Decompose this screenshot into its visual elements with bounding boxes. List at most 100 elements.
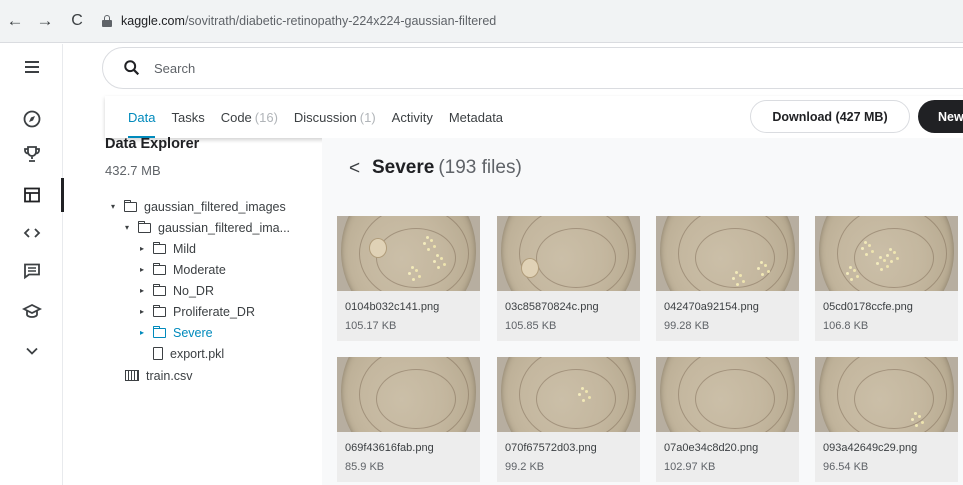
tree-item-label: Severe [173, 325, 213, 340]
caret-right-icon[interactable]: ▸ [137, 328, 147, 337]
tree-item-label: gaussian_filtered_ima... [158, 220, 291, 235]
tab-metadata[interactable]: Metadata [449, 96, 503, 138]
comments-icon[interactable] [0, 254, 63, 288]
tree-item-label: No_DR [173, 283, 214, 298]
left-nav-rail [0, 44, 64, 485]
back-chevron-icon[interactable]: < [349, 158, 360, 180]
chevron-down-icon[interactable] [0, 334, 63, 368]
tab-label: Discussion [293, 109, 357, 125]
file-name: 0104b032c141.png [345, 301, 440, 313]
new-button[interactable]: New [918, 100, 963, 133]
caret-right-icon[interactable]: ▸ [137, 307, 147, 316]
dataset-size: 432.7 MB [105, 163, 161, 178]
tree-item-label: export.pkl [170, 346, 225, 361]
retina-thumbnail-image [497, 357, 640, 432]
file-size: 85.9 KB [345, 461, 385, 473]
file-card[interactable]: 03c85870824c.png 105.85 KB [497, 216, 640, 341]
file-card[interactable]: 07a0e34c8d20.png 102.97 KB [656, 357, 799, 482]
folder-icon [152, 283, 166, 296]
data-explorer-title: Data Explorer [105, 136, 200, 152]
folder-icon [137, 220, 151, 233]
retina-thumbnail-image [497, 216, 640, 291]
caret-right-icon[interactable]: ▸ [137, 265, 147, 274]
lock-icon [102, 15, 112, 27]
tree-item-proliferate-dr[interactable]: ▸ Proliferate_DR [137, 301, 255, 322]
dataset-tabs-bar: Data Tasks Code (16) Discussion (1) Activi… [105, 96, 963, 138]
tree-item-label: train.csv [146, 368, 193, 383]
tree-item-train-csv[interactable]: train.csv [125, 365, 193, 386]
tab-code[interactable]: Code (16) [221, 96, 278, 138]
url-host: kaggle.com [121, 14, 185, 28]
tree-item-gaussian-filtered-subfolder[interactable]: ▾ gaussian_filtered_ima... [122, 217, 290, 238]
search-icon [124, 60, 140, 76]
file-name: 042470a92154.png [664, 301, 759, 313]
reload-icon[interactable]: C [66, 12, 88, 30]
tab-discussion[interactable]: Discussion (1) [294, 96, 376, 138]
folder-icon [123, 199, 137, 212]
address-bar[interactable]: kaggle.com/sovitrath/diabetic-retinopath… [102, 6, 496, 36]
tab-label: Data [128, 109, 156, 125]
caret-down-icon[interactable]: ▾ [108, 202, 118, 211]
school-icon[interactable] [0, 294, 63, 328]
file-name: 069f43616fab.png [345, 442, 434, 454]
tree-item-label: Moderate [173, 262, 226, 277]
file-card[interactable]: 0104b032c141.png 105.17 KB [337, 216, 480, 341]
tree-item-export-pkl[interactable]: export.pkl [153, 343, 224, 364]
file-card[interactable]: 042470a92154.png 99.28 KB [656, 216, 799, 341]
tree-item-gaussian-filtered-images[interactable]: ▾ gaussian_filtered_images [108, 196, 286, 217]
file-card[interactable]: 070f67572d03.png 99.2 KB [497, 357, 640, 482]
tab-label: Activity [391, 109, 433, 125]
folder-file-count: (193 files) [438, 157, 522, 178]
folder-name: Severe [372, 157, 435, 178]
folder-icon [152, 325, 166, 338]
search-input[interactable] [154, 60, 554, 76]
table-icon[interactable] [0, 178, 64, 212]
file-size: 105.85 KB [505, 320, 557, 332]
file-card[interactable]: 05cd0178ccfe.png 106.8 KB [815, 216, 958, 341]
folder-icon [152, 262, 166, 275]
tree-item-severe[interactable]: ▸ Severe [137, 322, 213, 343]
tab-data[interactable]: Data [128, 96, 156, 138]
file-name: 07a0e34c8d20.png [664, 442, 759, 454]
folder-icon [152, 304, 166, 317]
code-icon[interactable] [0, 216, 63, 250]
compass-icon[interactable] [0, 102, 63, 136]
csv-table-icon [125, 370, 139, 381]
caret-down-icon[interactable]: ▾ [122, 223, 132, 232]
tab-activity[interactable]: Activity [392, 96, 433, 138]
file-name: 070f67572d03.png [505, 442, 597, 454]
retina-thumbnail-image [656, 216, 799, 291]
menu-icon[interactable] [0, 50, 63, 84]
folder-icon [152, 241, 166, 254]
active-indicator [61, 178, 64, 212]
file-name: 093a42649c29.png [823, 442, 918, 454]
retina-thumbnail-image [337, 216, 480, 291]
tree-item-label: Proliferate_DR [173, 304, 255, 319]
file-size: 105.17 KB [345, 320, 397, 332]
tree-item-no-dr[interactable]: ▸ No_DR [137, 280, 214, 301]
tree-item-mild[interactable]: ▸ Mild [137, 238, 196, 259]
trophy-icon[interactable] [0, 137, 63, 171]
tree-item-label: gaussian_filtered_images [144, 199, 286, 214]
tree-item-moderate[interactable]: ▸ Moderate [137, 259, 226, 280]
tab-label: Code [220, 109, 252, 125]
folder-heading: Severe (193 files) [372, 157, 522, 179]
download-button[interactable]: Download (427 MB) [750, 100, 910, 133]
tab-label: Tasks [171, 109, 205, 125]
file-card[interactable]: 069f43616fab.png 85.9 KB [337, 357, 480, 482]
file-size: 99.28 KB [664, 320, 710, 332]
file-name: 05cd0178ccfe.png [823, 301, 913, 313]
forward-arrow-icon[interactable]: → [34, 11, 56, 31]
retina-thumbnail-image [656, 357, 799, 432]
retina-thumbnail-image [337, 357, 480, 432]
search-bar[interactable] [102, 47, 963, 89]
caret-right-icon[interactable]: ▸ [137, 244, 147, 253]
caret-right-icon[interactable]: ▸ [137, 286, 147, 295]
retina-thumbnail-image [815, 357, 958, 432]
file-name: 03c85870824c.png [505, 301, 599, 313]
browser-toolbar: ← → C kaggle.com/sovitrath/diabetic-reti… [0, 0, 963, 43]
file-card[interactable]: 093a42649c29.png 96.54 KB [815, 357, 958, 482]
back-arrow-icon[interactable]: ← [4, 11, 26, 31]
file-icon [153, 347, 163, 360]
tab-tasks[interactable]: Tasks [171, 96, 204, 138]
